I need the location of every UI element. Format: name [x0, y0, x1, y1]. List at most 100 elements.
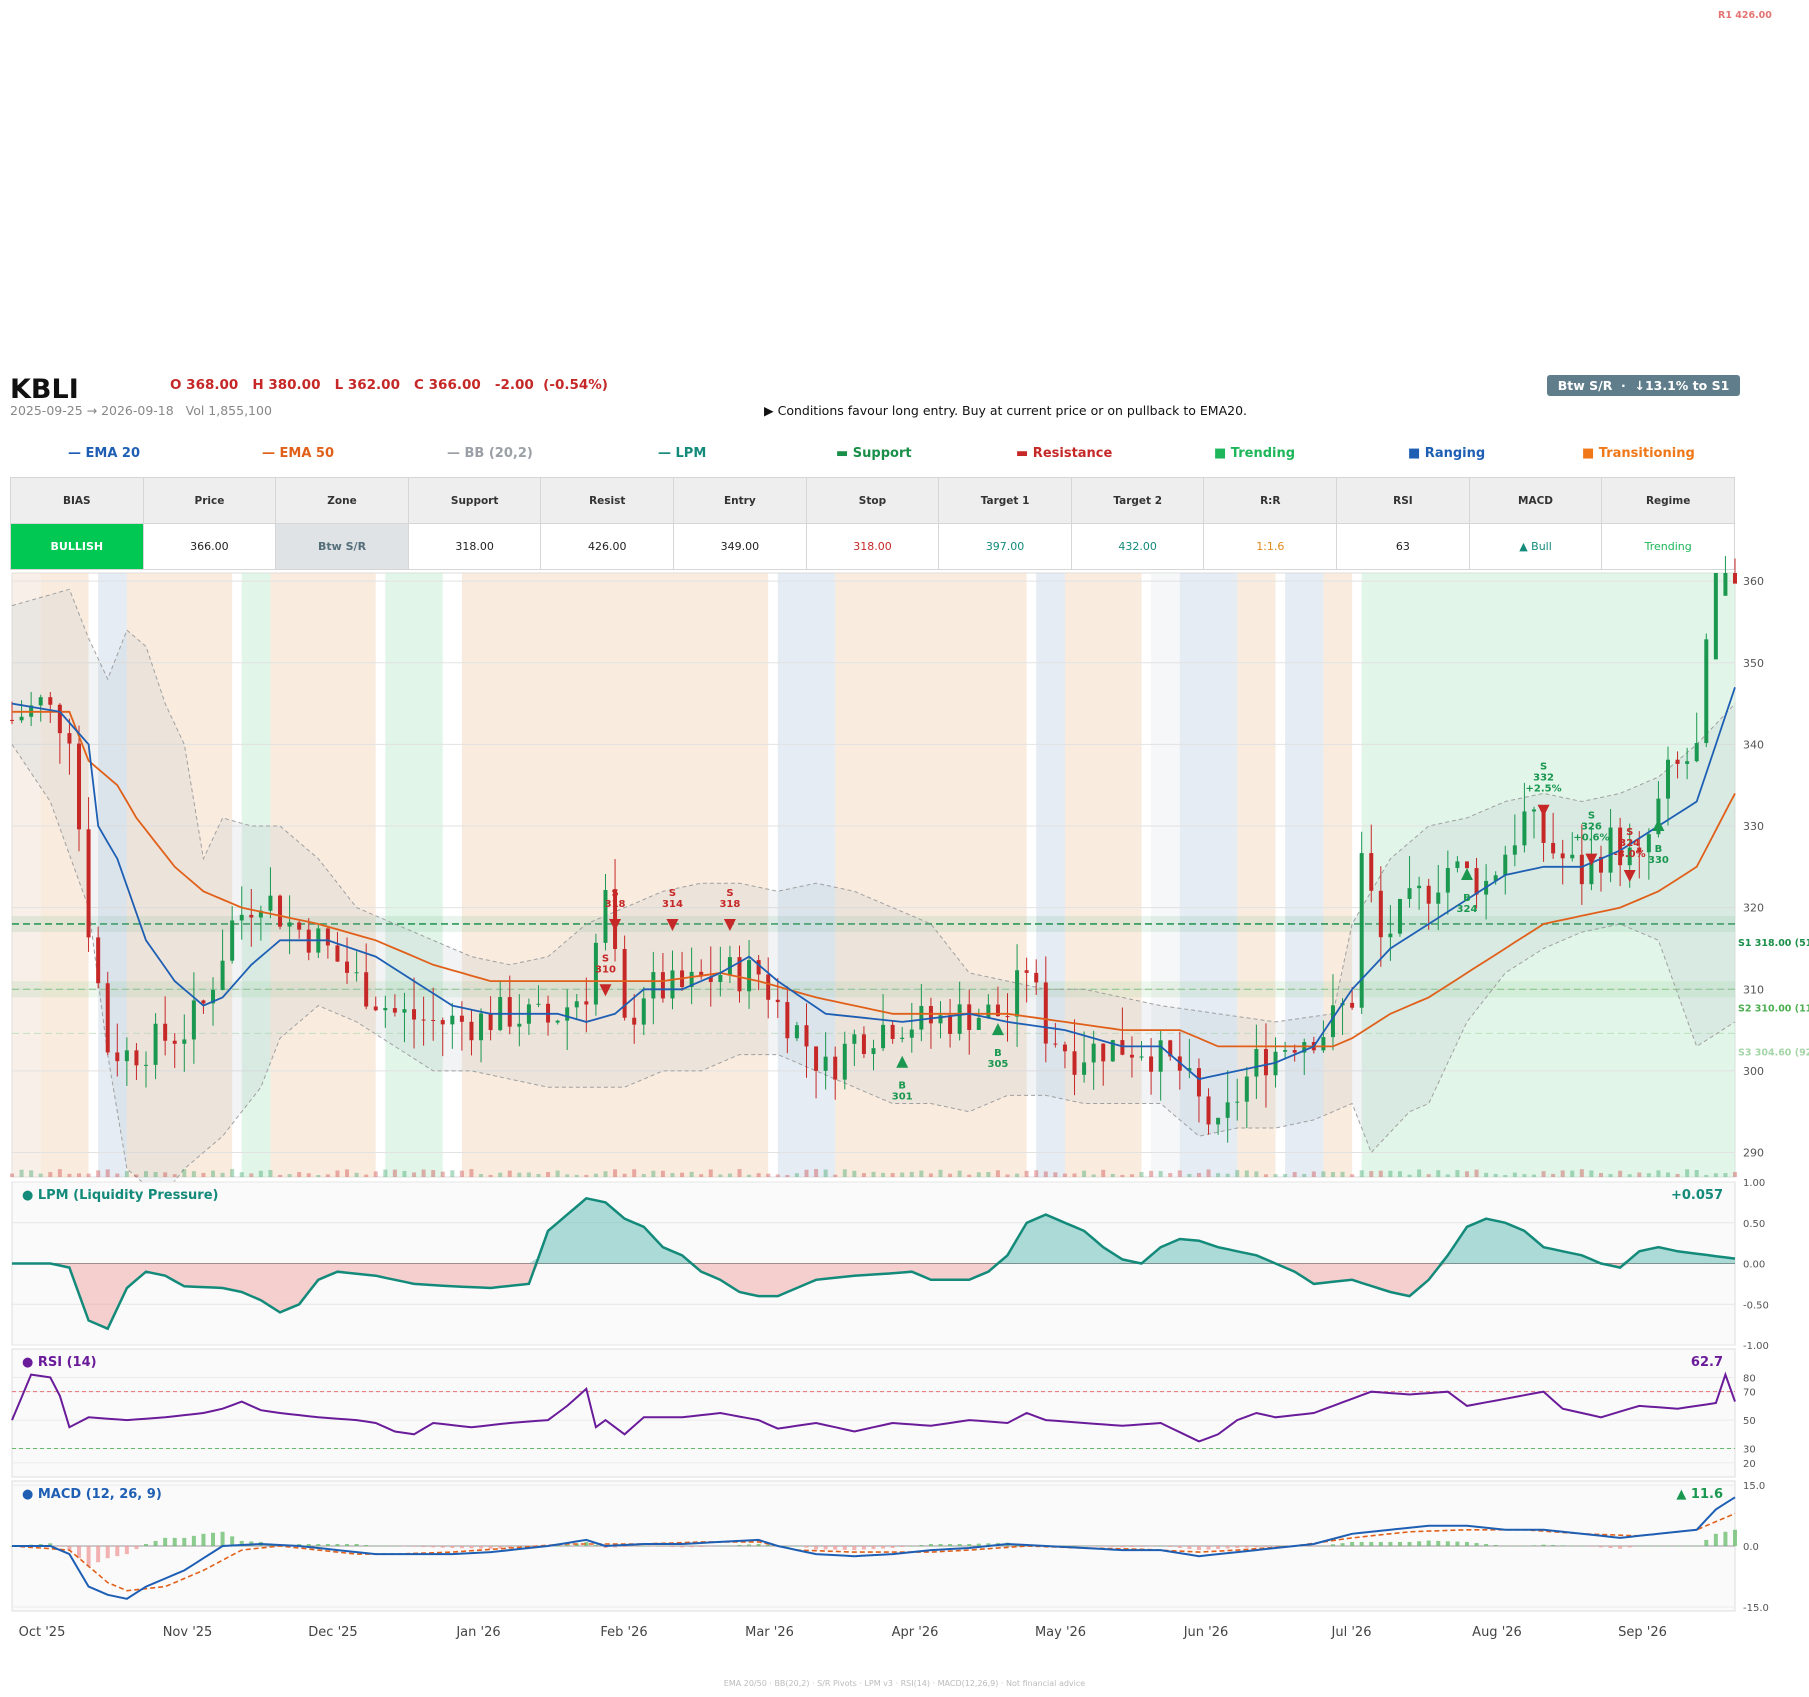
macd-histogram-bar — [96, 1546, 101, 1563]
macd-value: ▲ 11.6 — [1676, 1487, 1723, 1502]
candle-body — [833, 1056, 838, 1080]
macd-histogram-bar — [402, 1546, 407, 1547]
candle-body — [1072, 1051, 1077, 1075]
x-axis-tick: Jan '26 — [455, 1625, 500, 1640]
candle-body — [909, 1029, 914, 1038]
volume-bar — [278, 1174, 283, 1177]
candle-body — [10, 719, 14, 721]
footer-note: EMA 20/50 · BB(20,2) · S/R Pivots · LPM … — [723, 1679, 1086, 1688]
candle-body — [392, 1008, 397, 1013]
macd-histogram-bar — [201, 1533, 206, 1546]
macd-histogram-bar — [1110, 1546, 1115, 1547]
candle-body — [383, 1008, 388, 1011]
price-y-tick: 320 — [1743, 902, 1764, 915]
candle-body — [1551, 842, 1556, 854]
volume-bar — [67, 1173, 72, 1177]
volume-bar — [1378, 1170, 1383, 1177]
volume-bar — [1474, 1169, 1479, 1177]
macd-histogram-bar — [689, 1546, 694, 1548]
macd-histogram-bar — [699, 1546, 704, 1548]
candle-body — [220, 960, 225, 991]
volume-bar — [938, 1169, 943, 1177]
volume-bar — [1177, 1170, 1182, 1177]
volume-bar — [1455, 1170, 1460, 1177]
macd-histogram-bar — [316, 1543, 321, 1546]
macd-histogram-bar — [1551, 1544, 1556, 1546]
candle-body — [584, 1001, 589, 1005]
volume-bar — [258, 1170, 263, 1177]
volume-bar — [96, 1170, 101, 1177]
volume-bar — [1206, 1169, 1211, 1177]
volume-bar — [1101, 1169, 1106, 1177]
macd-histogram-bar — [1082, 1546, 1087, 1547]
candle-body — [756, 960, 761, 975]
candle-body — [967, 1004, 972, 1030]
macd-histogram-bar — [345, 1543, 350, 1546]
candle-body — [440, 1020, 445, 1025]
candle-body — [1139, 1056, 1144, 1058]
support-label: S2 310.00 (116x) — [1738, 1003, 1809, 1014]
macd-histogram-bar — [1397, 1541, 1402, 1546]
macd-histogram-bar — [1474, 1542, 1479, 1546]
rsi-panel-bg — [11, 1348, 1736, 1478]
macd-histogram-bar — [354, 1543, 359, 1546]
macd-histogram-bar — [747, 1544, 752, 1546]
x-axis-tick: Aug '26 — [1472, 1625, 1522, 1640]
volume-bar — [948, 1173, 953, 1177]
macd-histogram-bar — [756, 1543, 761, 1546]
macd-histogram-bar — [1225, 1546, 1230, 1549]
volume-bar — [230, 1169, 235, 1177]
volume-bar — [1158, 1171, 1163, 1177]
macd-histogram-bar — [1723, 1531, 1728, 1546]
buy-signal-price: 324 — [1457, 904, 1478, 915]
candle-body — [1129, 1054, 1134, 1058]
macd-histogram-bar — [680, 1546, 685, 1548]
candle-body — [1407, 888, 1412, 899]
volume-bar — [144, 1171, 149, 1177]
macd-histogram-bar — [1522, 1546, 1527, 1547]
macd-histogram-bar — [1168, 1546, 1173, 1547]
volume-bar — [201, 1172, 206, 1177]
macd-histogram-bar — [823, 1546, 828, 1550]
candle-body — [335, 945, 340, 962]
sell-signal-side: S — [726, 888, 733, 899]
volume-bar — [421, 1169, 426, 1177]
candle-body — [1321, 1037, 1326, 1051]
macd-histogram-bar — [431, 1546, 436, 1548]
volume-bar — [593, 1173, 598, 1177]
macd-histogram-bar — [1531, 1545, 1536, 1546]
candle-body — [1034, 972, 1039, 983]
macd-histogram-bar — [1675, 1546, 1680, 1547]
candle-body — [1196, 1068, 1201, 1097]
volume-bar — [392, 1169, 397, 1177]
volume-bar — [459, 1170, 464, 1177]
candle-body — [459, 1015, 464, 1022]
candle-body — [794, 1025, 799, 1039]
macd-histogram-bar — [641, 1546, 646, 1547]
candle-body — [1359, 853, 1364, 1008]
volume-bar — [1618, 1170, 1623, 1177]
volume-bar — [1608, 1174, 1613, 1177]
candle-body — [1043, 982, 1048, 1044]
macd-histogram-bar — [86, 1546, 91, 1567]
volume-bar — [1417, 1169, 1422, 1177]
volume-bar — [1493, 1173, 1498, 1177]
volume-bar — [1713, 1173, 1718, 1177]
price-y-tick: 290 — [1743, 1147, 1764, 1160]
candle-body — [890, 1024, 895, 1039]
candle-body — [555, 1020, 560, 1023]
volume-bar — [1053, 1172, 1058, 1177]
volume-bar — [603, 1171, 608, 1177]
macd-histogram-bar — [144, 1543, 149, 1546]
candle-body — [77, 743, 82, 830]
macd-histogram-bar — [364, 1544, 369, 1546]
volume-bar — [191, 1171, 196, 1177]
volume-bar — [1579, 1169, 1584, 1177]
macd-histogram-bar — [105, 1546, 110, 1559]
macd-histogram-bar — [392, 1546, 397, 1547]
volume-bar — [919, 1170, 924, 1177]
candle-body — [364, 972, 369, 1007]
volume-bar — [354, 1172, 359, 1177]
macd-histogram-bar — [220, 1531, 225, 1546]
price-y-tick: 300 — [1743, 1065, 1764, 1078]
